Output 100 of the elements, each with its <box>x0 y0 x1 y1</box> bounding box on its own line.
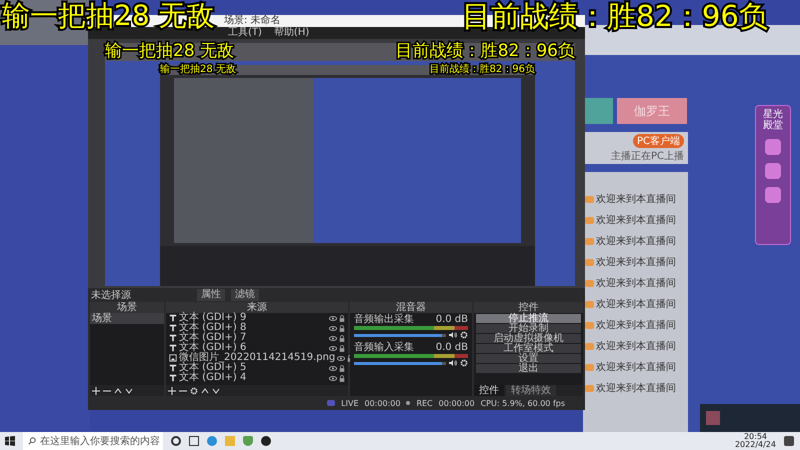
window-icon[interactable] <box>189 436 199 446</box>
lock-icon[interactable] <box>339 344 345 352</box>
source-item[interactable]: 文本 (GDI+) 9 <box>179 313 327 323</box>
clock-date: 2022/4/24 <box>734 441 776 449</box>
up-icon[interactable] <box>114 386 122 394</box>
level-badge-icon <box>585 258 594 266</box>
eye-icon[interactable] <box>329 316 337 320</box>
add-icon[interactable] <box>168 386 176 394</box>
search-field[interactable]: 在这里输入你要搜索的内容 <box>23 432 163 450</box>
level-badge-icon <box>585 238 594 244</box>
eye-icon[interactable] <box>329 326 337 330</box>
level-badge-icon <box>585 384 594 392</box>
dock-tab[interactable]: 控件 <box>474 385 504 396</box>
channel-name: 音频输出采集 <box>354 315 414 325</box>
menu-item[interactable]: 帮助(H) <box>274 27 310 39</box>
live-time: 00:00:00 <box>364 398 400 408</box>
dock-tab[interactable]: 转场特效 <box>506 385 556 396</box>
lock-icon[interactable] <box>339 334 345 342</box>
overlay-score: 目前战绩：胜82：96负 <box>430 64 535 76</box>
level-badge-icon <box>585 342 594 350</box>
settings-icon[interactable] <box>460 359 468 367</box>
toolbar-button[interactable]: 属性 <box>197 289 225 301</box>
gift-icon <box>765 163 781 179</box>
channel-reading: 0.0 dB <box>436 343 468 353</box>
level-badge-icon <box>585 322 594 328</box>
eye-icon[interactable] <box>329 336 337 340</box>
source-item[interactable]: 文本 (GDI+) 8 <box>179 323 327 333</box>
level-badge-icon <box>585 300 594 308</box>
source-item[interactable]: 文本 (GDI+) 4 <box>179 373 327 383</box>
eye-icon[interactable] <box>337 356 346 360</box>
lock-icon[interactable] <box>339 314 345 322</box>
task-view-icon[interactable] <box>171 436 181 446</box>
banner-tile <box>583 98 613 124</box>
chat-message: 欢迎来到本直播间 <box>596 256 676 269</box>
control-button[interactable]: 设置 <box>476 354 581 363</box>
cpu-stats: CPU: 5.9%, 60.00 fps <box>480 398 565 408</box>
chat-message: 欢迎来到本直播间 <box>596 360 676 374</box>
rec-time: 00:00:00 <box>438 398 475 408</box>
source-item[interactable]: 文本 (GDI+) 6 <box>179 343 327 353</box>
dock-title: 混音器 <box>350 302 472 313</box>
overlay-caption: 输一把抽28 无敌 <box>160 64 236 76</box>
control-button[interactable]: 退出 <box>476 364 581 373</box>
channel-reading: 0.0 dB <box>436 315 468 325</box>
shield-icon[interactable] <box>243 436 253 446</box>
speaker-icon[interactable] <box>449 359 457 367</box>
lock-icon[interactable] <box>339 324 345 332</box>
add-icon[interactable] <box>92 386 100 394</box>
dock-title: 控件 <box>474 302 583 313</box>
start-icon[interactable] <box>5 436 15 446</box>
lock-icon[interactable] <box>339 364 345 372</box>
chat-message: 欢迎来到本直播间 <box>596 234 676 248</box>
rec-label: REC <box>416 398 433 408</box>
menu-item[interactable]: 工具(T) <box>228 27 262 39</box>
eye-icon[interactable] <box>329 346 337 350</box>
source-item[interactable]: 文本 (GDI+) 7 <box>179 333 327 343</box>
overlay-caption: 输一把抽28 无敌 <box>105 43 234 61</box>
settings-icon[interactable] <box>460 331 468 339</box>
chat-message: 欢迎来到本直播间 <box>596 318 676 332</box>
up-icon[interactable] <box>201 386 209 394</box>
gift-icon <box>765 139 781 155</box>
settings-icon[interactable] <box>190 386 198 394</box>
search-icon <box>28 437 36 445</box>
image-source-icon <box>169 354 177 362</box>
speaker-icon[interactable] <box>449 331 457 339</box>
toolbar-button[interactable]: 滤镜 <box>231 289 259 301</box>
chat-message: 欢迎来到本直播间 <box>596 192 676 206</box>
clock-time: 20:54 <box>744 433 768 441</box>
level-badge-icon <box>585 196 594 202</box>
eye-icon[interactable] <box>329 366 337 370</box>
dock-title: 场景 <box>90 302 164 313</box>
side-panel-title: 星光殿堂 <box>763 109 783 131</box>
volume-slider[interactable] <box>354 362 446 364</box>
control-button[interactable]: 启动虚拟摄像机 <box>476 334 581 343</box>
app-icon[interactable] <box>261 436 271 446</box>
notification-icon[interactable] <box>784 436 794 446</box>
live-indicator-icon <box>327 400 336 406</box>
client-note: 主播正在PC上播 <box>610 150 684 162</box>
level-badge-icon <box>585 216 594 224</box>
down-icon[interactable] <box>212 386 220 394</box>
source-item[interactable]: 微信图片_20220114214519.png <box>179 353 336 363</box>
thumbnail-placeholder <box>706 411 720 425</box>
volume-slider[interactable] <box>354 334 446 336</box>
down-icon[interactable] <box>125 386 133 394</box>
lock-icon[interactable] <box>339 374 345 382</box>
control-button[interactable]: 停止推流 <box>476 314 581 323</box>
live-label: LIVE <box>341 398 358 408</box>
dock-title: 来源 <box>166 302 348 313</box>
chat-message: 欢迎来到本直播间 <box>596 276 676 290</box>
chat-message: 欢迎来到本直播间 <box>596 382 676 395</box>
overlay-score: 目前战绩：胜82：96负 <box>396 43 575 61</box>
source-item[interactable]: 文本 (GDI+) 5 <box>179 363 327 373</box>
no-source-label: 未选择源 <box>91 288 132 302</box>
control-button[interactable]: 开始录制 <box>476 324 581 333</box>
eye-icon[interactable] <box>329 376 337 380</box>
channel-name: 音频输入采集 <box>354 343 414 353</box>
control-button[interactable]: 工作室模式 <box>476 344 581 353</box>
browser-icon[interactable] <box>207 436 217 446</box>
level-badge-icon <box>585 364 594 370</box>
scene-item[interactable]: 场景 <box>90 313 164 324</box>
record-icon <box>406 401 410 405</box>
